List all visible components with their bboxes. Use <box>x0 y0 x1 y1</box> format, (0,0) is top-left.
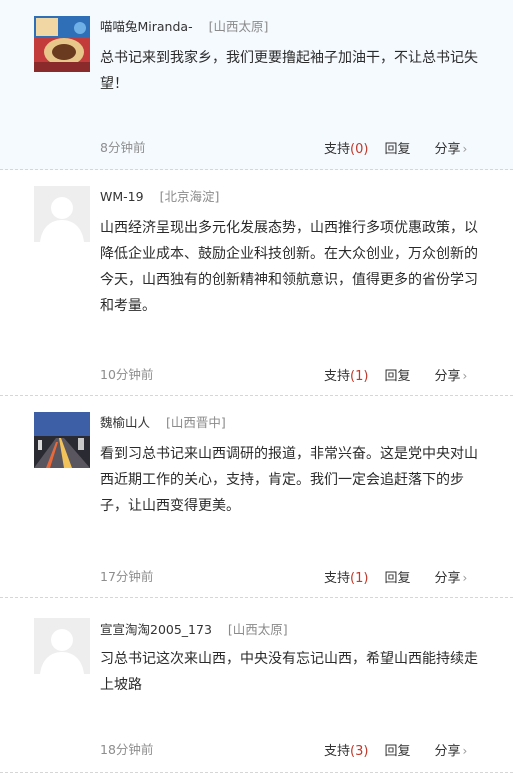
user-location: [山西太原] <box>208 19 269 34</box>
share-button[interactable]: 分享 › <box>434 138 467 157</box>
comment-time: 18分钟前 <box>100 742 154 757</box>
username[interactable]: 喵喵兔Miranda- <box>100 19 193 34</box>
comment-time: 8分钟前 <box>100 140 146 155</box>
comment-meta: 宣宣淘淘2005_173 [山西太原] <box>100 621 288 639</box>
share-button[interactable]: 分享 › <box>434 740 467 759</box>
support-button[interactable]: 支持(3) <box>324 740 368 759</box>
comment-meta: 喵喵兔Miranda- [山西太原] <box>100 18 268 36</box>
default-avatar-icon <box>34 186 90 242</box>
comment-actions: 支持(1) 回复 分享 › <box>324 365 467 384</box>
support-label: 支持 <box>324 744 351 759</box>
user-photo-icon <box>34 16 90 72</box>
comment-meta: WM-19 [北京海淀] <box>100 188 219 206</box>
comment-actions: 支持(1) 回复 分享 › <box>324 567 467 586</box>
comment-content: 看到习总书记来山西调研的报道，非常兴奋。这是党中央对山西近期工作的关心，支持，肯… <box>100 446 478 514</box>
support-label: 支持 <box>324 142 351 157</box>
support-count: (3) <box>350 744 369 759</box>
share-label: 分享 <box>434 142 461 157</box>
share-button[interactable]: 分享 › <box>434 365 467 384</box>
user-location: [北京海淀] <box>159 189 220 204</box>
comment-time: 17分钟前 <box>100 569 154 584</box>
share-label: 分享 <box>434 571 461 586</box>
comment-item: WM-19 [北京海淀] 山西经济呈现出多元化发展态势，山西推行多项优惠政策，以降… <box>0 170 513 396</box>
support-label: 支持 <box>324 571 351 586</box>
reply-button[interactable]: 回复 <box>384 138 410 157</box>
share-button[interactable]: 分享 › <box>434 567 467 586</box>
username[interactable]: WM-19 <box>100 189 144 204</box>
comment-item: 魏榆山人 [山西晋中] 看到习总书记来山西调研的报道，非常兴奋。这是党中央对山西近… <box>0 396 513 598</box>
comment-content: 山西经济呈现出多元化发展态势，山西推行多项优惠政策，以降低企业成本、鼓励企业科技… <box>100 220 478 314</box>
user-location: [山西太原] <box>227 622 288 637</box>
reply-button[interactable]: 回复 <box>384 740 410 759</box>
chevron-right-icon: › <box>462 744 468 758</box>
comment-actions: 支持(3) 回复 分享 › <box>324 740 467 759</box>
reply-button[interactable]: 回复 <box>384 365 410 384</box>
default-avatar-icon <box>34 618 90 674</box>
comment-item: 喵喵兔Miranda- [山西太原] 总书记来到我家乡，我们更要撸起袖子加油干，不… <box>0 0 513 170</box>
avatar[interactable] <box>34 618 90 674</box>
chevron-right-icon: › <box>462 369 468 383</box>
comment-actions: 支持(0) 回复 分享 › <box>324 138 467 157</box>
share-label: 分享 <box>434 744 461 759</box>
comment-content: 习总书记这次来山西，中央没有忘记山西，希望山西能持续走上坡路 <box>100 651 478 693</box>
comment-list: 喵喵兔Miranda- [山西太原] 总书记来到我家乡，我们更要撸起袖子加油干，不… <box>0 0 513 773</box>
support-label: 支持 <box>324 369 351 384</box>
chevron-right-icon: › <box>462 571 468 585</box>
user-photo-icon <box>34 412 90 468</box>
support-button[interactable]: 支持(1) <box>324 567 368 586</box>
reply-button[interactable]: 回复 <box>384 567 410 586</box>
support-button[interactable]: 支持(0) <box>324 138 368 157</box>
avatar[interactable] <box>34 16 90 72</box>
chevron-right-icon: › <box>462 142 468 156</box>
comment-item: 宣宣淘淘2005_173 [山西太原] 习总书记这次来山西，中央没有忘记山西，希望… <box>0 598 513 773</box>
share-label: 分享 <box>434 369 461 384</box>
avatar[interactable] <box>34 186 90 242</box>
support-count: (0) <box>350 142 369 157</box>
user-location: [山西晋中] <box>166 415 226 430</box>
comment-time: 10分钟前 <box>100 367 154 382</box>
username[interactable]: 魏榆山人 <box>100 415 150 430</box>
support-count: (1) <box>350 571 369 586</box>
support-count: (1) <box>350 369 369 384</box>
support-button[interactable]: 支持(1) <box>324 365 368 384</box>
comment-meta: 魏榆山人 [山西晋中] <box>100 414 226 432</box>
comment-content: 总书记来到我家乡，我们更要撸起袖子加油干，不让总书记失望！ <box>100 50 478 92</box>
avatar[interactable] <box>34 412 90 468</box>
username[interactable]: 宣宣淘淘2005_173 <box>100 622 212 637</box>
